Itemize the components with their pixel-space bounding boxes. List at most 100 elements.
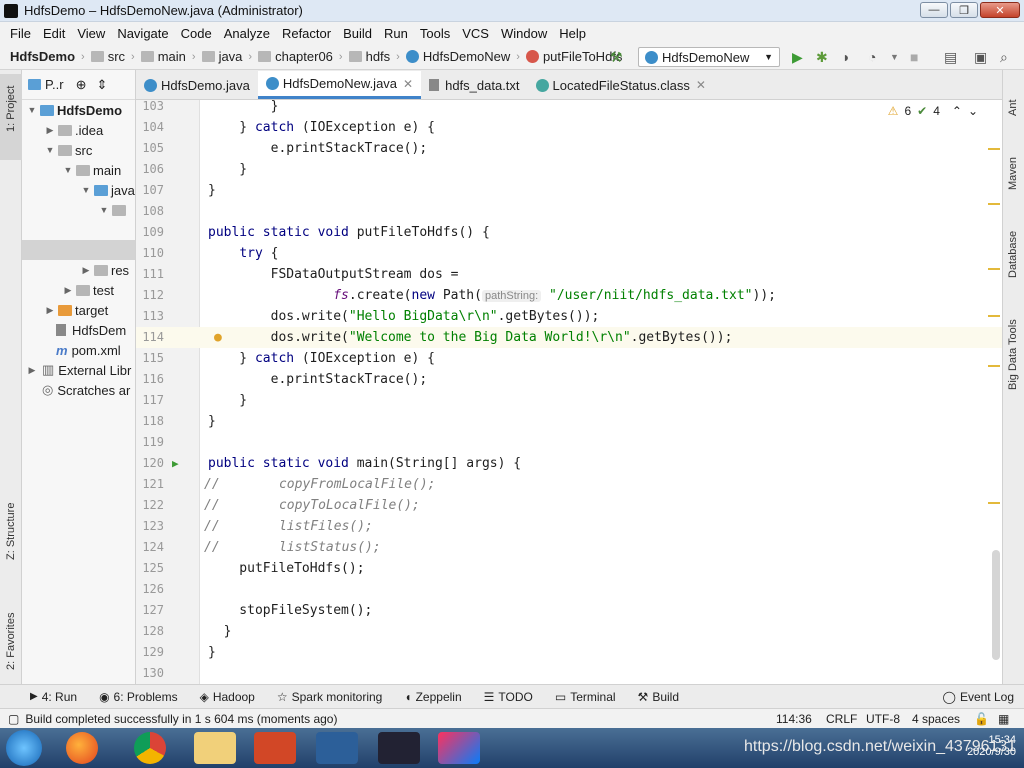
breadcrumb-class[interactable]: HdfsDemoNew [405, 49, 510, 64]
run-config-select[interactable]: HdfsDemoNew ▼ [638, 47, 780, 67]
menu-file[interactable]: File [4, 26, 37, 41]
tree-item[interactable]: ▶ .idea [22, 120, 135, 140]
tab-hdfsdemonew[interactable]: HdfsDemoNew.java ✕ [257, 71, 422, 99]
terminal-app-icon[interactable] [378, 732, 420, 764]
menu-analyze[interactable]: Analyze [218, 26, 276, 41]
favorites-tool-label[interactable]: 2: Favorites [5, 613, 17, 670]
tree-item[interactable]: ▶ ▥ External Libr [22, 360, 135, 380]
tree-item[interactable]: ▼ main [22, 160, 135, 180]
tree-item[interactable]: HdfsDem [22, 320, 135, 340]
breadcrumb-method[interactable]: putFileToHdfs [525, 49, 622, 64]
run-gutter-icon[interactable]: ▶ [172, 453, 179, 474]
file-encoding[interactable]: UTF-8 [866, 712, 900, 726]
project-tool-label[interactable]: 1: Project [5, 86, 17, 132]
tree-item[interactable]: m pom.xml [22, 340, 135, 360]
tree-selection[interactable] [22, 240, 135, 260]
menu-run[interactable]: Run [378, 26, 414, 41]
file-explorer-icon[interactable] [194, 732, 236, 764]
close-icon[interactable]: ✕ [696, 78, 706, 92]
collapse-icon[interactable]: ⇕ [96, 77, 107, 93]
hammer-icon[interactable]: ⚒ [610, 49, 623, 66]
warning-stripe-mark[interactable] [988, 315, 1000, 317]
tree-item[interactable]: ▶ test [22, 280, 135, 300]
warning-stripe-mark[interactable] [988, 268, 1000, 270]
tree-item[interactable]: ◎ Scratches ar [22, 380, 135, 400]
menu-vcs[interactable]: VCS [456, 26, 495, 41]
problems-tool-button[interactable]: ◉ 6: Problems [99, 690, 178, 704]
intellij-taskbar-icon[interactable] [438, 732, 480, 764]
warning-stripe-mark[interactable] [988, 203, 1000, 205]
zeppelin-tool-button[interactable]: ◖ Zeppelin [404, 690, 461, 704]
tree-item[interactable]: ▶ res [22, 260, 135, 280]
debug-icon[interactable]: ✱ [816, 49, 828, 66]
line-separator[interactable]: CRLF [826, 712, 857, 726]
menu-help[interactable]: Help [553, 26, 592, 41]
close-button[interactable]: ✕ [980, 2, 1020, 18]
maven-tool-label[interactable]: Maven [1007, 157, 1019, 190]
dropdown-arrow-icon[interactable]: ▼ [890, 52, 899, 62]
virtualbox-icon[interactable] [316, 732, 358, 764]
project-panel-title[interactable]: P..r [45, 77, 64, 92]
menu-tools[interactable]: Tools [414, 26, 456, 41]
tree-item[interactable]: ▼ java [22, 180, 135, 200]
menu-build[interactable]: Build [337, 26, 378, 41]
status-square-icon[interactable]: ▢ [8, 712, 19, 726]
ant-tool-label[interactable]: Ant [1007, 99, 1019, 116]
indent-setting[interactable]: 4 spaces [912, 712, 960, 726]
coverage-icon[interactable]: ◗ [842, 49, 850, 65]
tree-item[interactable]: ▼ src [22, 140, 135, 160]
caret-position[interactable]: 114:36 [776, 712, 812, 726]
project-structure-icon[interactable]: ▤ [944, 49, 957, 66]
warning-stripe-mark[interactable] [988, 148, 1000, 150]
database-tool-label[interactable]: Database [1007, 231, 1019, 278]
build-tool-button[interactable]: ⚒ Build [638, 690, 679, 704]
search-icon[interactable]: ⌕ [1000, 49, 1008, 66]
breadcrumb-project[interactable]: HdfsDemo [10, 49, 75, 64]
menu-refactor[interactable]: Refactor [276, 26, 337, 41]
locate-icon[interactable]: ⊕ [76, 77, 87, 93]
tab-located-file-status[interactable]: LocatedFileStatus.class ✕ [528, 71, 714, 99]
profile-icon[interactable]: ◔ [868, 49, 876, 65]
warning-stripe-mark[interactable] [988, 502, 1000, 504]
tab-hdfsdemo[interactable]: HdfsDemo.java [136, 71, 258, 99]
memory-icon[interactable]: ▦ [998, 712, 1009, 726]
todo-tool-button[interactable]: ☰ TODO [484, 690, 533, 704]
breadcrumb-src[interactable]: src [90, 49, 125, 64]
menu-window[interactable]: Window [495, 26, 553, 41]
chrome-icon[interactable] [134, 732, 166, 764]
layout-icon[interactable]: ▣ [974, 49, 987, 66]
maximize-button[interactable]: ❐ [950, 2, 978, 18]
lock-icon[interactable]: 🔓 [974, 712, 989, 726]
spark-tool-button[interactable]: ☆ Spark monitoring [277, 690, 382, 704]
event-log-button[interactable]: ◯ Event Log [943, 690, 1014, 704]
big-data-tools-label[interactable]: Big Data Tools [1007, 319, 1019, 390]
run-tool-button[interactable]: ▶ 4: Run [30, 690, 77, 704]
hadoop-tool-button[interactable]: ◈ Hadoop [200, 690, 255, 704]
close-icon[interactable]: ✕ [403, 77, 413, 91]
run-icon[interactable]: ▶ [792, 49, 803, 66]
start-button[interactable] [6, 730, 42, 766]
menu-edit[interactable]: Edit [37, 26, 71, 41]
line-number: 123 [142, 519, 164, 533]
menu-navigate[interactable]: Navigate [111, 26, 174, 41]
minimize-button[interactable]: — [920, 2, 948, 18]
warning-stripe-mark[interactable] [988, 365, 1000, 367]
powerpoint-icon[interactable] [254, 732, 296, 764]
stop-icon[interactable]: ■ [910, 49, 918, 65]
tree-item[interactable]: ▼ [22, 200, 135, 220]
menu-code[interactable]: Code [175, 26, 218, 41]
breadcrumb-hdfs[interactable]: hdfs [348, 49, 390, 64]
tab-hdfs-data[interactable]: hdfs_data.txt [421, 71, 527, 99]
tree-item[interactable]: ▼ HdfsDemo [22, 100, 135, 120]
breadcrumb-java[interactable]: java [201, 49, 242, 64]
editor-scrollbar[interactable] [992, 550, 1000, 660]
terminal-tool-button[interactable]: ▭ Terminal [555, 690, 616, 704]
firefox-icon[interactable] [66, 732, 98, 764]
breadcrumb-main[interactable]: main [140, 49, 186, 64]
structure-tool-label[interactable]: Z: Structure [5, 503, 17, 560]
menu-view[interactable]: View [71, 26, 111, 41]
breadcrumb-chapter06[interactable]: chapter06 [258, 49, 333, 64]
tree-item[interactable]: ▶ target [22, 300, 135, 320]
status-message[interactable]: Build completed successfully in 1 s 604 … [25, 712, 337, 726]
code-editor[interactable]: ⚠ 6 ✔ 4 ⌃ ⌄ 103 } 104 } catch (IOException… [136, 99, 1002, 684]
